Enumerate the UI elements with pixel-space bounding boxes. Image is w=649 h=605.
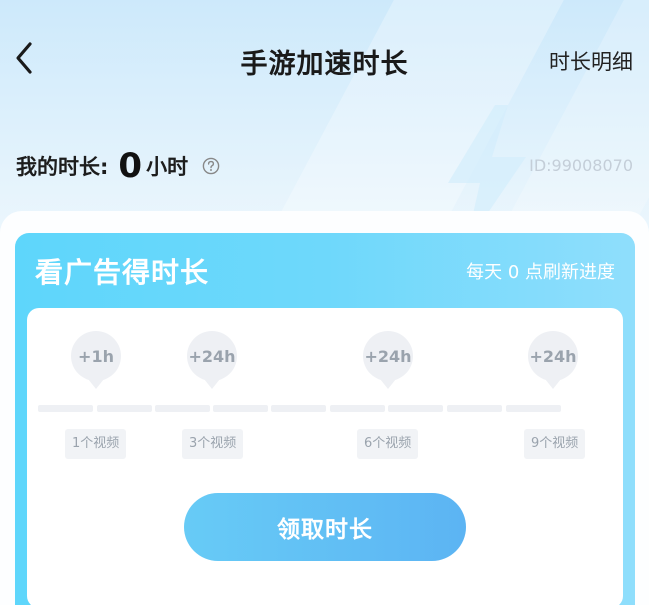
nav-header: 手游加速时长 时长明细	[0, 28, 649, 88]
refresh-note: 每天 0 点刷新进度	[466, 262, 615, 283]
progress-segment	[38, 405, 93, 412]
claim-duration-button[interactable]: 领取时长	[184, 493, 466, 561]
reward-bubble: +24h	[187, 331, 237, 389]
progress-segment	[506, 405, 561, 412]
reward-bubble: +24h	[528, 331, 578, 389]
my-duration-value: 0	[118, 146, 143, 186]
watch-ad-card: 看广告得时长 每天 0 点刷新进度 +1h +24h +24h +24h 1个视…	[15, 233, 635, 605]
progress-segment	[213, 405, 268, 412]
my-duration: 我的时长: 0 小时	[16, 146, 220, 186]
card-title: 看广告得时长	[35, 256, 210, 289]
duration-detail-link[interactable]: 时长明细	[549, 46, 633, 76]
my-duration-label: 我的时长:	[16, 155, 109, 179]
milestone-label: 3个视频	[182, 429, 244, 459]
reward-bubble: +24h	[363, 331, 413, 389]
my-duration-unit: 小时	[146, 155, 189, 179]
progress-segment	[271, 405, 326, 412]
milestone-label: 6个视频	[357, 429, 419, 459]
milestone-label: 1个视频	[65, 429, 127, 459]
reward-bubble: +1h	[71, 331, 121, 389]
progress-segment	[388, 405, 443, 412]
milestone-label: 9个视频	[524, 429, 586, 459]
progress-panel: +1h +24h +24h +24h 1个视频 3个视频 6个视频 9个视频 领…	[27, 308, 623, 605]
user-id: ID:99008070	[529, 156, 633, 175]
progress-segment	[447, 405, 502, 412]
progress-segment	[330, 405, 385, 412]
progress-segment	[97, 405, 152, 412]
progress-segment	[155, 405, 210, 412]
question-circle-icon[interactable]	[202, 157, 220, 175]
